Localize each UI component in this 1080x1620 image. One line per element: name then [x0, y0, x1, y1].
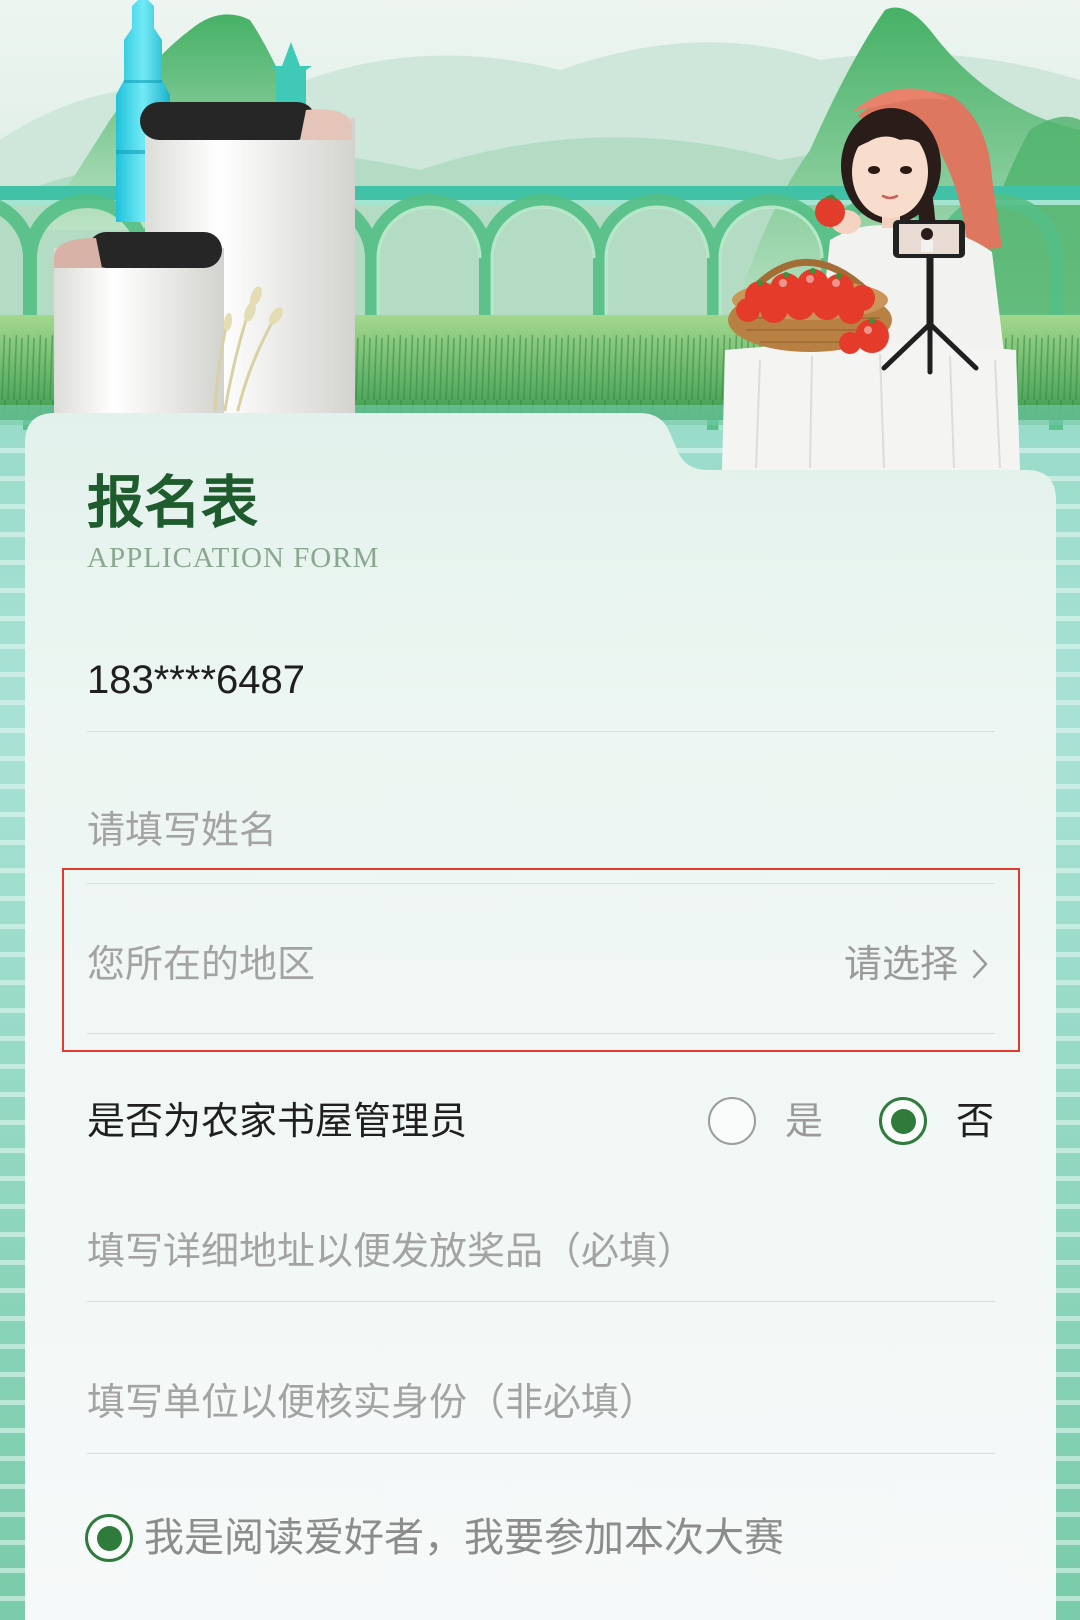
librarian-question-label: 是否为农家书屋管理员: [87, 1099, 468, 1143]
region-label: 您所在的地区: [87, 942, 316, 986]
divider: [87, 1033, 995, 1034]
phone-field[interactable]: [87, 650, 995, 710]
address-input[interactable]: [87, 1221, 995, 1281]
form-title: 报名表: [87, 470, 258, 536]
organization-input[interactable]: [87, 1372, 995, 1432]
region-select-button[interactable]: 请选择: [844, 934, 990, 994]
option-label-no: 否: [956, 1099, 995, 1143]
option-label-yes: 是: [785, 1099, 824, 1143]
page: 报名表 APPLICATION FORM 您所在的地区 请选择 是否为农家书屋管…: [0, 0, 1080, 1620]
radio-icon[interactable]: [879, 1097, 927, 1145]
region-select-label: 请选择: [843, 942, 958, 986]
radio-icon[interactable]: [708, 1097, 756, 1145]
divider: [87, 1301, 995, 1302]
chevron-right-icon: [972, 949, 988, 979]
librarian-option-yes[interactable]: 是: [708, 1091, 823, 1151]
agreement-label: 我是阅读爱好者，我要参加本次大赛: [144, 1515, 784, 1561]
form-subtitle: APPLICATION FORM: [87, 542, 380, 574]
divider: [87, 1453, 995, 1454]
librarian-question-row: 是否为农家书屋管理员 是 否: [87, 1091, 995, 1151]
divider: [87, 883, 995, 884]
region-selector-row[interactable]: 您所在的地区 请选择: [87, 934, 995, 994]
name-input[interactable]: [87, 800, 995, 860]
application-form: 报名表 APPLICATION FORM 您所在的地区 请选择 是否为农家书屋管…: [85, 0, 995, 1620]
radio-icon[interactable]: [85, 1514, 133, 1562]
agreement-option[interactable]: 我是阅读爱好者，我要参加本次大赛: [85, 1508, 993, 1568]
librarian-option-no[interactable]: 否: [879, 1091, 994, 1151]
divider: [87, 731, 995, 732]
